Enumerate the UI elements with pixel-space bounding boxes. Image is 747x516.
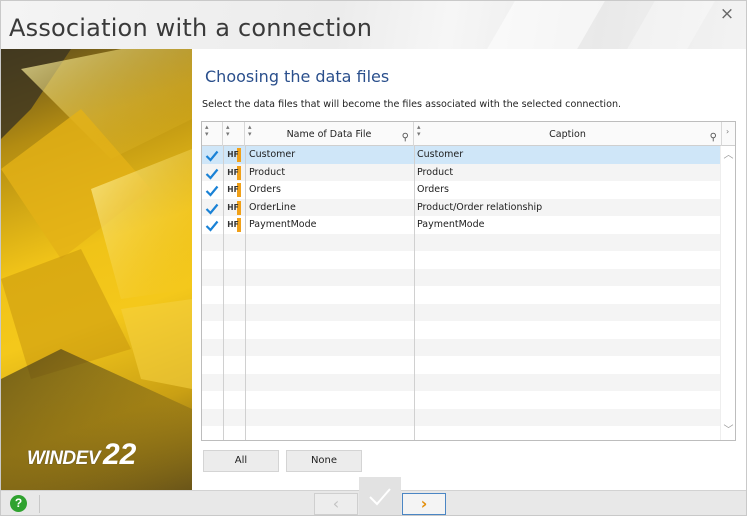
hf-file-icon-label: HF [227, 167, 239, 177]
cell-caption: Orders [417, 184, 449, 195]
column-header-caption-label: Caption [549, 129, 586, 140]
chevron-down-icon[interactable]: ﹀ [723, 425, 734, 436]
help-icon[interactable]: ? [10, 495, 27, 512]
close-icon[interactable]: × [718, 5, 736, 23]
chevron-right-icon: › [420, 494, 428, 513]
cell-caption: Product [417, 166, 454, 178]
table-row[interactable]: HF PaymentMode PaymentMode [202, 216, 720, 234]
wizard-window: Association with a connection × WINDEV 2… [0, 0, 747, 516]
step-heading: Choosing the data files [205, 67, 390, 86]
windev-logo: WINDEV 22 [27, 440, 136, 470]
previous-button[interactable]: ‹ [314, 493, 358, 515]
hf-file-icon: HF [225, 182, 241, 198]
sidebar-artwork [1, 49, 192, 490]
hf-file-icon: HF [225, 147, 241, 163]
row-checkbox[interactable] [205, 166, 219, 180]
cell-caption: Customer [417, 149, 464, 160]
empty-table-row [202, 251, 720, 269]
wizard-sidebar-art: WINDEV 22 [1, 49, 192, 490]
search-icon[interactable]: ⚲ [710, 132, 717, 143]
table-body: HF Customer Customer HF Product Product HF Orde… [202, 146, 720, 440]
chevron-up-icon[interactable]: ︿ [723, 150, 734, 161]
empty-table-row [202, 233, 720, 251]
cell-file-name: Product [249, 166, 286, 178]
table-header: ▴ ▾ ▴ ▾ ▴ ▾ Name of Data File ⚲ ▴ ▾ Caption … [202, 122, 735, 146]
row-checkbox[interactable] [205, 183, 219, 197]
hf-file-icon-label: HF [227, 202, 239, 212]
column-divider [414, 146, 415, 440]
column-header-name[interactable]: ▴ ▾ Name of Data File ⚲ [245, 122, 414, 146]
column-divider [245, 146, 246, 440]
table-row[interactable]: HF OrderLine Product/Order relationship [202, 198, 720, 216]
empty-table-row [202, 321, 720, 339]
search-icon[interactable]: ⚲ [402, 132, 409, 143]
column-header-caption[interactable]: ▴ ▾ Caption ⚲ [414, 122, 722, 146]
empty-table-row [202, 268, 720, 286]
checkmark-icon [205, 168, 219, 180]
next-button[interactable]: › [402, 493, 446, 515]
table-row[interactable]: HF Product Product [202, 163, 720, 181]
title-bar: Association with a connection × [1, 1, 746, 49]
select-none-button[interactable]: None [286, 450, 362, 472]
cell-file-name: OrderLine [249, 201, 296, 213]
row-checkbox[interactable] [205, 201, 219, 215]
checkmark-icon [369, 488, 391, 506]
empty-table-row [202, 391, 720, 409]
hf-file-icon: HF [225, 200, 241, 216]
title-bar-facet [627, 1, 715, 49]
column-header-scroll[interactable]: › [722, 122, 735, 146]
step-instruction: Select the data files that will become t… [202, 99, 622, 110]
vertical-scrollbar[interactable]: ︿ ﹀ [720, 146, 735, 440]
column-header-type[interactable]: ▴ ▾ [223, 122, 245, 146]
logo-wordmark: WINDEV [27, 448, 101, 469]
hf-file-icon: HF [225, 217, 241, 233]
cell-file-name: Customer [249, 149, 296, 160]
hf-file-icon-label: HF [227, 150, 239, 159]
hf-file-icon-label: HF [227, 220, 239, 229]
cell-file-name: PaymentMode [249, 219, 317, 230]
hf-file-icon-label: HF [227, 185, 239, 194]
table-row[interactable]: HF Orders Orders [202, 181, 720, 199]
chevron-left-icon: ‹ [332, 494, 340, 513]
empty-table-row [202, 408, 720, 426]
column-header-check[interactable]: ▴ ▾ [202, 122, 223, 146]
checkmark-icon [205, 150, 219, 162]
checkmark-icon [205, 203, 219, 215]
empty-table-row [202, 356, 720, 374]
logo-version: 22 [103, 438, 137, 471]
empty-table-row [202, 303, 720, 321]
window-title: Association with a connection [9, 14, 373, 42]
title-bar-facet [487, 1, 605, 49]
data-files-table: ▴ ▾ ▴ ▾ ▴ ▾ Name of Data File ⚲ ▴ ▾ Caption … [201, 121, 736, 441]
empty-table-row [202, 426, 720, 440]
hf-file-icon: HF [225, 165, 241, 181]
select-all-button[interactable]: All [203, 450, 279, 472]
sort-icon[interactable]: ▴ ▾ [226, 124, 230, 138]
table-row[interactable]: HF Customer Customer [202, 146, 720, 164]
checkmark-icon [205, 185, 219, 197]
row-checkbox[interactable] [205, 148, 219, 162]
wizard-footer: ? ‹ › [1, 477, 746, 515]
empty-table-row [202, 373, 720, 391]
checkmark-icon [205, 220, 219, 232]
empty-table-row [202, 338, 720, 356]
column-divider [223, 146, 224, 440]
empty-table-row [202, 286, 720, 304]
cell-caption: Product/Order relationship [417, 201, 543, 213]
cell-caption: PaymentMode [417, 219, 485, 230]
column-header-name-label: Name of Data File [286, 129, 372, 140]
sort-icon[interactable]: ▴ ▾ [205, 124, 209, 138]
finish-button[interactable] [359, 477, 401, 515]
footer-divider [39, 495, 40, 513]
chevron-right-icon[interactable]: › [726, 127, 729, 136]
row-checkbox[interactable] [205, 218, 219, 232]
cell-file-name: Orders [249, 184, 281, 195]
